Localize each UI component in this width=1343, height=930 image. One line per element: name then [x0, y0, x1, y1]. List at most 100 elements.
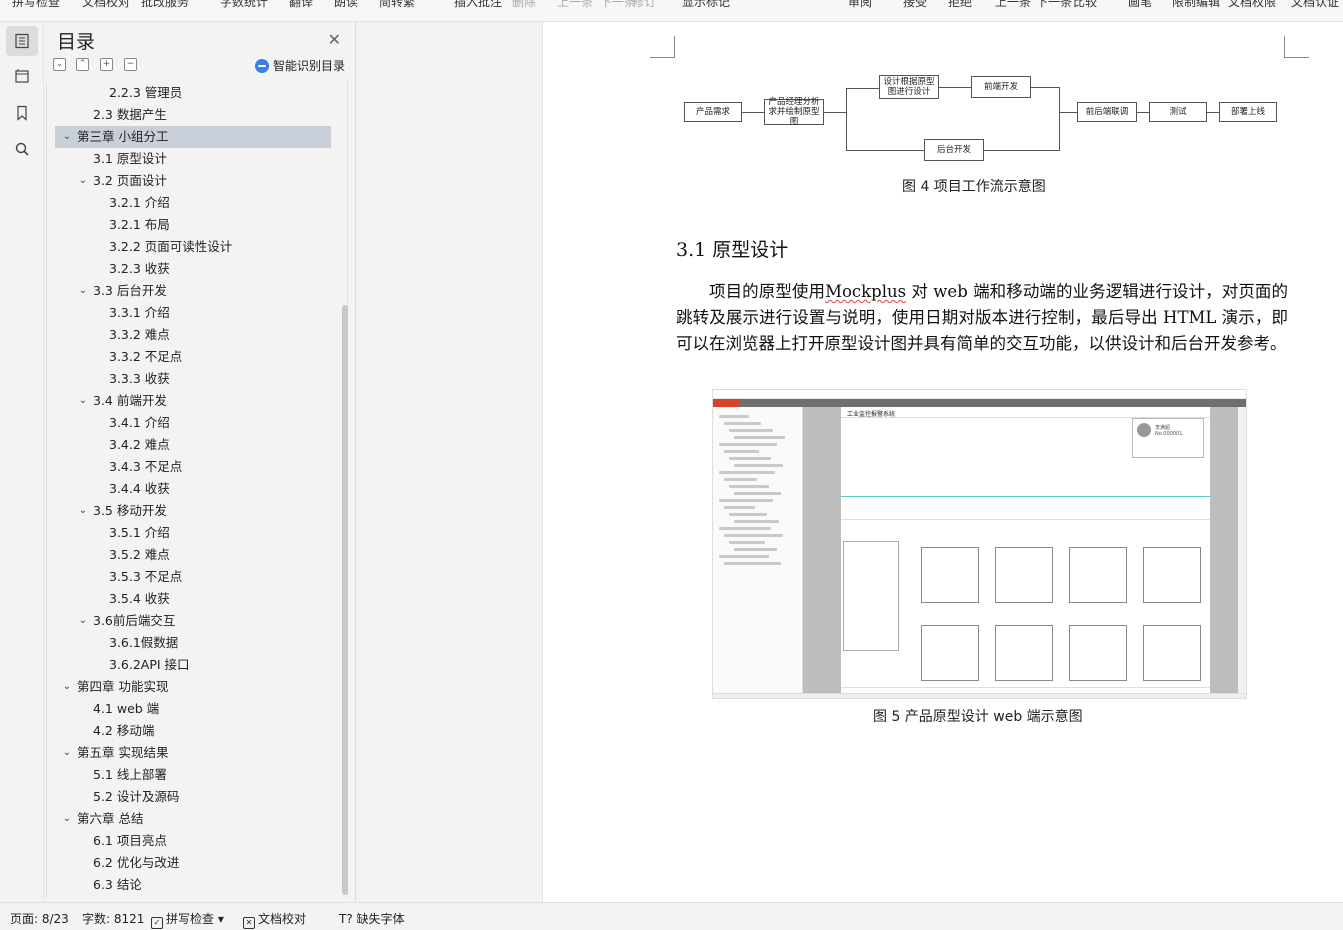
toc-item-label: 2.3 数据产生: [93, 107, 167, 122]
toc-item[interactable]: 3.5.1 介绍: [55, 522, 331, 544]
spell-error-word[interactable]: Mockplus: [825, 282, 906, 301]
bookmark-icon[interactable]: [6, 98, 38, 128]
chevron-down-icon[interactable]: ⌄: [61, 742, 73, 764]
missing-font-button[interactable]: T? 缺失字体: [339, 910, 405, 927]
toc-item[interactable]: 5.1 线上部署: [55, 764, 331, 786]
toolbar-item[interactable]: 字数统计: [220, 0, 268, 10]
toolbar-item[interactable]: 简转繁: [379, 0, 415, 10]
toc-item[interactable]: 3.3.3 收获: [55, 368, 331, 390]
toc-item[interactable]: 3.1 原型设计: [55, 148, 331, 170]
toc-item[interactable]: ⌄ 3.5 移动开发: [55, 500, 331, 522]
toc-item[interactable]: 3.5.4 收获: [55, 588, 331, 610]
toolbar-item[interactable]: 文档权限: [1228, 0, 1276, 10]
toc-item[interactable]: ⌄ 3.3 后台开发: [55, 280, 331, 302]
toc-item[interactable]: 4.2 移动端: [55, 720, 331, 742]
mockup-card: [1069, 547, 1127, 603]
toolbar-item[interactable]: 上一条: [995, 0, 1031, 10]
toc-item[interactable]: ⌄ 3.4 前端开发: [55, 390, 331, 412]
toc-item[interactable]: 3.4.3 不足点: [55, 456, 331, 478]
toc-item[interactable]: 2.2.3 管理员: [55, 82, 331, 104]
chevron-down-icon[interactable]: ⌄: [77, 170, 89, 192]
toolbar-item[interactable]: 文档认证: [1291, 0, 1339, 10]
toc-item[interactable]: 3.6.2API 接口: [55, 654, 331, 676]
flow-node: 前端开发: [971, 76, 1031, 98]
flow-node: 测试: [1149, 102, 1207, 122]
collapse-all-icon[interactable]: ⌄: [53, 58, 66, 71]
toc-item[interactable]: 3.3.2 难点: [55, 324, 331, 346]
toc-scrollbar[interactable]: [342, 305, 348, 895]
section-heading: 3.1 原型设计: [676, 239, 789, 261]
toc-item[interactable]: 3.2.1 布局: [55, 214, 331, 236]
remove-heading-icon[interactable]: −: [124, 58, 137, 71]
toolbar-item[interactable]: 下一条: [1036, 0, 1072, 10]
chevron-down-icon[interactable]: ⌄: [61, 808, 73, 830]
mockup-sidebar: [713, 407, 803, 698]
toc-item[interactable]: ⌄ 3.2 页面设计: [55, 170, 331, 192]
toc-item[interactable]: ⌄ 第六章 总结: [55, 808, 331, 830]
toc-item[interactable]: 3.3.2 不足点: [55, 346, 331, 368]
chevron-down-icon[interactable]: ⌄: [77, 280, 89, 302]
toc-item[interactable]: 4.1 web 端: [55, 698, 331, 720]
chevron-down-icon[interactable]: ⌄: [77, 610, 89, 632]
word-count[interactable]: 字数: 8121: [82, 910, 144, 927]
toc-item[interactable]: 3.2.1 介绍: [55, 192, 331, 214]
chevron-down-icon[interactable]: ⌄: [77, 390, 89, 412]
spell-check-button[interactable]: ✓ 拼写检查 ▾: [151, 910, 224, 929]
expand-up-icon[interactable]: ⌃: [76, 58, 89, 71]
toolbar-item[interactable]: 拒绝: [948, 0, 972, 10]
pages-icon[interactable]: [6, 61, 38, 91]
toc-item-label: 5.2 设计及源码: [93, 789, 180, 804]
chevron-down-icon[interactable]: ⌄: [77, 500, 89, 522]
toolbar-item[interactable]: 上一条: [557, 0, 593, 10]
toc-item[interactable]: 3.5.3 不足点: [55, 566, 331, 588]
toolbar-item[interactable]: 显示标记: [682, 0, 730, 10]
toolbar-item[interactable]: 修订: [632, 0, 656, 10]
toolbar-item[interactable]: 接受: [903, 0, 927, 10]
toc-item-label: 3.4.3 不足点: [109, 459, 183, 474]
toc-item[interactable]: 3.6.1假数据: [55, 632, 331, 654]
toolbar-item[interactable]: 批改服务: [141, 0, 189, 10]
toolbar-item[interactable]: 限制编辑: [1172, 0, 1220, 10]
toc-item[interactable]: 3.4.2 难点: [55, 434, 331, 456]
toolbar-item[interactable]: 翻译: [289, 0, 313, 10]
toc-item[interactable]: ⌄ 第五章 实现结果: [55, 742, 331, 764]
toc-item[interactable]: 6.2 优化与改进: [55, 852, 331, 874]
toolbar-item[interactable]: 删除: [512, 0, 536, 10]
toc-item[interactable]: 3.3.1 介绍: [55, 302, 331, 324]
document-page[interactable]: 产品需求 产品经理分析求并绘制原型图 设计根据原型图进行设计 前端开发 后台开发…: [544, 22, 1343, 902]
search-icon[interactable]: [6, 134, 38, 164]
toc-item[interactable]: 5.2 设计及源码: [55, 786, 331, 808]
toolbar-item[interactable]: 审阅: [848, 0, 872, 10]
toolbar-item[interactable]: 拼写检查: [12, 0, 60, 10]
mockup-statusbar: [713, 693, 1246, 698]
toc-item[interactable]: ⌄ 第三章 小组分工: [55, 126, 331, 148]
flow-edge: [984, 150, 1059, 151]
toc-item[interactable]: ⌄ 3.6前后端交互: [55, 610, 331, 632]
add-heading-icon[interactable]: +: [100, 58, 113, 71]
toc-item[interactable]: ⌄ 第四章 功能实现: [55, 676, 331, 698]
toolbar-item[interactable]: 朗读: [334, 0, 358, 10]
toolbar-item[interactable]: 文档校对: [82, 0, 130, 10]
toc-item[interactable]: 6.1 项目亮点: [55, 830, 331, 852]
toolbar-item[interactable]: 下一条: [600, 0, 636, 10]
toolbar-item[interactable]: 画笔: [1128, 0, 1152, 10]
toc-icon[interactable]: [6, 26, 38, 56]
chevron-down-icon[interactable]: ⌄: [61, 126, 73, 148]
toc-item[interactable]: 3.5.2 难点: [55, 544, 331, 566]
smart-toc-button[interactable]: 智能识别目录: [254, 57, 345, 74]
mockup-tree-row: [724, 478, 757, 481]
chevron-down-icon[interactable]: ⌄: [61, 676, 73, 698]
close-icon[interactable]: ✕: [328, 30, 341, 49]
page-count[interactable]: 页面: 8/23: [10, 910, 69, 927]
toc-item[interactable]: 3.4.1 介绍: [55, 412, 331, 434]
toc-item-label: 3.6前后端交互: [93, 613, 176, 628]
toc-item-label: 3.3.1 介绍: [109, 305, 170, 320]
toolbar-item[interactable]: 插入批注: [454, 0, 502, 10]
toc-item[interactable]: 2.3 数据产生: [55, 104, 331, 126]
toc-item[interactable]: 3.2.3 收获: [55, 258, 331, 280]
toc-item[interactable]: 3.4.4 收获: [55, 478, 331, 500]
toc-item[interactable]: 3.2.2 页面可读性设计: [55, 236, 331, 258]
proofread-button[interactable]: ✕ 文档校对: [243, 910, 306, 929]
toolbar-item[interactable]: 比较: [1073, 0, 1097, 10]
toc-item[interactable]: 6.3 结论: [55, 874, 331, 896]
